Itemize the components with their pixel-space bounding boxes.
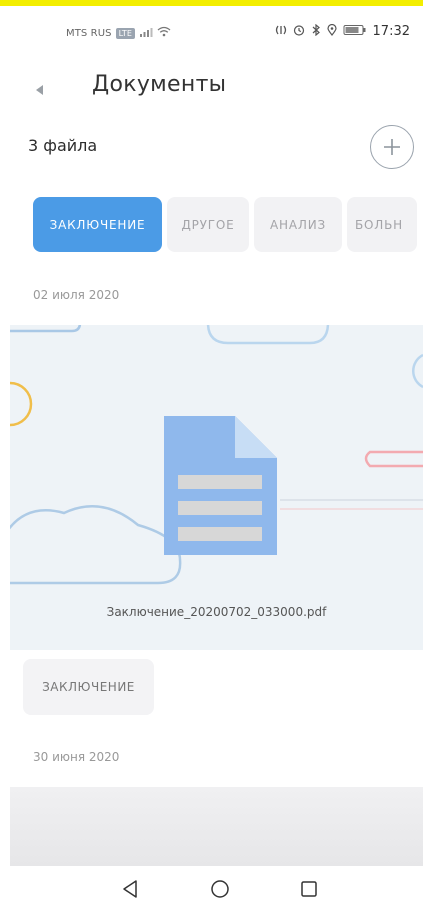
filter-chip-hospital[interactable]: БОЛЬН [347, 197, 417, 252]
filter-chip-other[interactable]: ДРУГОЕ [167, 197, 249, 252]
pdf-file-icon [164, 416, 277, 555]
nav-back-icon [123, 880, 137, 898]
file-count: 3 файла [28, 136, 98, 155]
signal-icon [139, 27, 153, 40]
back-arrow-icon [36, 85, 43, 95]
wifi-icon [157, 26, 171, 40]
file-name: Заключение_20200702_033000.pdf [106, 605, 327, 619]
document-card[interactable]: Заключение_20200702_033000.pdf [10, 325, 423, 650]
clock-time: 17:32 [372, 24, 410, 39]
battery-icon [343, 24, 367, 39]
document-card[interactable] [10, 787, 423, 867]
filter-chip-conclusion[interactable]: ЗАКЛЮЧЕНИЕ [33, 197, 162, 252]
document-date: 30 июня 2020 [33, 750, 120, 764]
nav-back-button[interactable] [118, 876, 144, 902]
nav-home-icon [211, 880, 229, 898]
status-left: MTS RUS LTE [66, 26, 171, 40]
nfc-icon [275, 24, 287, 39]
alarm-icon [293, 24, 305, 39]
add-document-button[interactable] [370, 125, 414, 169]
top-highlight-strip [0, 0, 423, 6]
filter-chip-analysis[interactable]: АНАЛИЗ [254, 197, 342, 252]
carrier-name: MTS RUS [66, 27, 112, 39]
document-date: 02 июля 2020 [33, 288, 120, 302]
nav-recents-icon [301, 881, 317, 897]
status-bar: MTS RUS LTE 17:32 [0, 8, 423, 48]
filter-chips: ЗАКЛЮЧЕНИЕ ДРУГОЕ АНАЛИЗ БОЛЬН [33, 197, 423, 253]
page-title: Документы [92, 72, 227, 97]
document-illustration [10, 325, 423, 585]
nav-home-button[interactable] [207, 876, 233, 902]
document-tag: ЗАКЛЮЧЕНИЕ [23, 659, 154, 715]
status-right: 17:32 [275, 23, 410, 39]
app-header: Документы [0, 60, 423, 110]
location-icon [326, 23, 337, 39]
system-nav-bar [0, 866, 423, 912]
plus-icon [384, 139, 400, 155]
bluetooth-icon [311, 23, 321, 39]
nav-recents-button[interactable] [296, 876, 322, 902]
back-button[interactable] [28, 78, 52, 102]
network-badge: LTE [115, 27, 135, 39]
